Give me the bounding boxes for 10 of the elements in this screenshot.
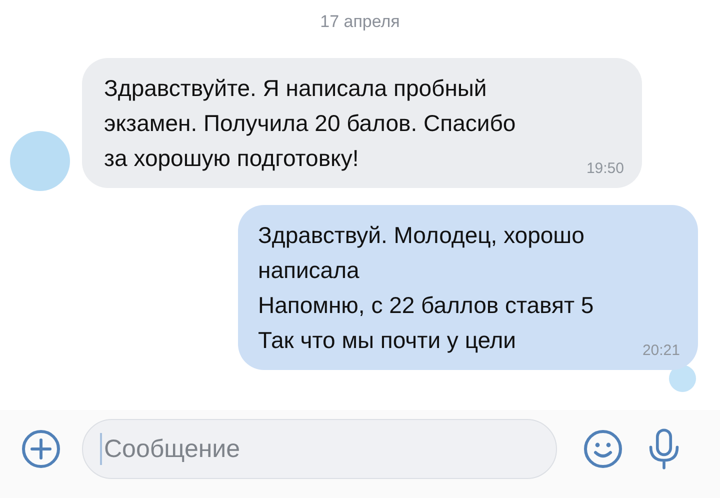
- message-text: Здравствуй. Молодец, хорошо написала Напомню, с 22 баллов ставят 5 Так что мы почти у цели: [258, 221, 595, 355]
- message-time: 20:21: [642, 342, 680, 359]
- message-text: Здравствуйте. Я написала пробный экзамен. Получила 20 балов. Спасибо за хорошую подготовку!: [104, 74, 517, 173]
- microphone-icon[interactable]: [647, 428, 681, 470]
- add-icon[interactable]: [21, 429, 61, 469]
- date-label: 17 апреля: [320, 12, 400, 33]
- text-cursor: [100, 433, 102, 465]
- message-time: 19:50: [586, 160, 624, 177]
- message-input-field[interactable]: Сообщение: [82, 419, 557, 479]
- smiley-icon[interactable]: [583, 429, 623, 469]
